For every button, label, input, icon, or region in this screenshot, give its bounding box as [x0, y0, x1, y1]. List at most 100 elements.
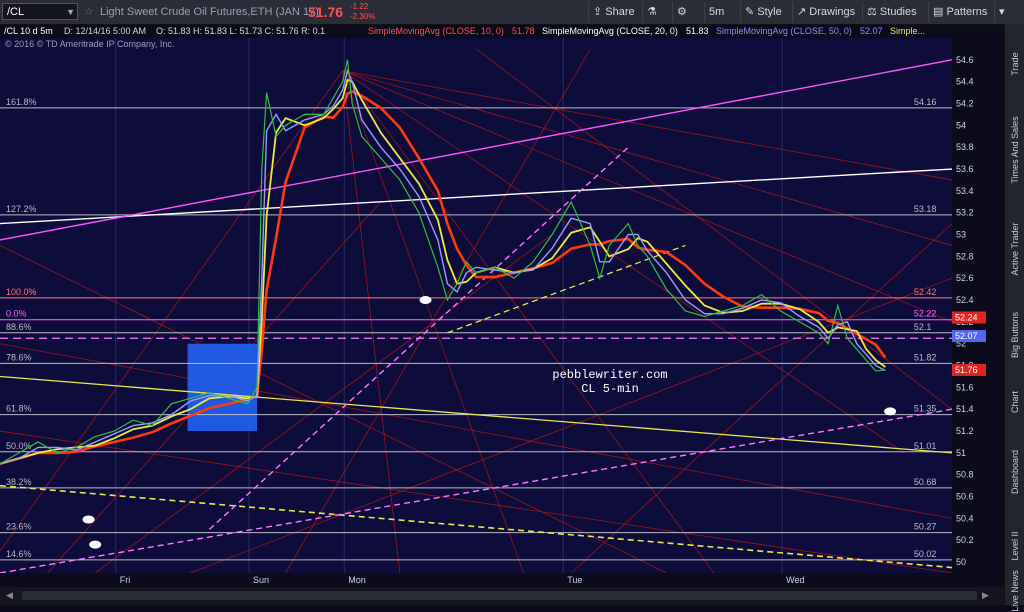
watermark: pebblewriter.com CL 5-min: [520, 368, 700, 396]
studies-button[interactable]: ⚖ Studies: [862, 2, 921, 22]
star-icon[interactable]: ☆: [84, 0, 94, 24]
fib-level-left-label: 88.6%: [6, 322, 32, 332]
sidebar-tab-label: Chart: [1010, 390, 1020, 414]
price-chart[interactable]: 161.8% 54.16 127.2% 53.18 100.0% 52.42 0.0% 52.…: [0, 38, 952, 573]
trend-line: [0, 343, 952, 519]
price-badge-label: 52.24: [955, 313, 978, 323]
sidebar-tab-times-and-sales[interactable]: Times And Sales: [1005, 100, 1024, 200]
right-sidebar: Trade Times And Sales Active Trader Big But…: [1004, 24, 1024, 612]
chart-scrollbar[interactable]: ◀ ▶: [0, 587, 1004, 605]
fib-level-right-label: 53.18: [914, 204, 937, 214]
fib-level-left-label: 0.0%: [6, 309, 27, 319]
trend-line: [342, 70, 952, 181]
last-price: 51.76: [308, 4, 344, 20]
scroll-left-icon[interactable]: ◀: [6, 590, 13, 601]
fib-level-right-label: 50.68: [914, 477, 937, 487]
fib-level-right-label: 52.22: [914, 309, 937, 319]
chart-title: /CL 10 d 5m: [4, 26, 53, 36]
price-tick-label: 52.6: [956, 273, 974, 283]
trend-line: [342, 70, 715, 573]
price-tick-label: 54.2: [956, 99, 974, 109]
time-axis[interactable]: Fri Sun Mon Tue Wed: [0, 573, 1004, 587]
channel-line: [0, 168, 952, 225]
price-tick-label: 53.4: [956, 186, 974, 196]
sma10-label[interactable]: SimpleMovingAvg (CLOSE, 10, 0): [368, 25, 504, 38]
price-badge-label: 51.76: [955, 365, 978, 375]
trend-line: [342, 70, 952, 323]
price-tick-label: 53.2: [956, 208, 974, 218]
fib-level-right-label: 50.27: [914, 522, 937, 532]
price-tick-label: 50.2: [956, 535, 974, 545]
fib-level-left-label: 161.8%: [6, 97, 37, 107]
sma-line: [0, 68, 886, 465]
price-tick-label: 50: [956, 557, 966, 567]
sidebar-tab-label: Trade: [1010, 52, 1020, 76]
scroll-right-icon[interactable]: ▶: [982, 590, 989, 601]
price-tick-label: 54.6: [956, 55, 974, 65]
price-tick-label: 54.4: [956, 77, 974, 87]
price-tick-label: 52.8: [956, 251, 974, 261]
sma50-label[interactable]: SimpleMovingAvg (CLOSE, 50, 0): [716, 25, 852, 38]
toolbar: /CL ▼ ☆ Light Sweet Crude Oil Futures,ETH…: [0, 0, 1024, 25]
chevron-down-icon: ▾: [999, 6, 1005, 18]
sidebar-tab-label: Times And Sales: [1010, 116, 1020, 184]
timeframe-label: 5m: [709, 6, 725, 18]
symbol-selector[interactable]: /CL ▼: [2, 3, 78, 20]
flask-icon: ⚗: [647, 6, 657, 18]
sidebar-tab-dashboard[interactable]: Dashboard: [1005, 430, 1024, 514]
fib-level-left-label: 14.6%: [6, 549, 32, 559]
trend-line: [475, 48, 952, 410]
patterns-button[interactable]: ▤ Patterns: [928, 2, 991, 22]
share-button[interactable]: ⇪ Share: [588, 2, 639, 22]
sidebar-tab-chart[interactable]: Chart: [1005, 376, 1024, 428]
sma-more-label[interactable]: Simple...: [890, 25, 925, 38]
patterns-label: Patterns: [946, 6, 988, 18]
price-tick-label: 51: [956, 448, 966, 458]
fib-level-left-label: 61.8%: [6, 404, 32, 414]
price-tick-label: 51.6: [956, 382, 974, 392]
style-button[interactable]: ✎ Style: [740, 2, 786, 22]
sidebar-tab-trade[interactable]: Trade: [1005, 32, 1024, 96]
price-badge-label: 52.07: [955, 331, 978, 341]
sidebar-tab-label: Live News: [1010, 570, 1020, 612]
gear-icon: ⚙: [677, 6, 687, 18]
trend-line: [570, 223, 952, 573]
sma10-value: 51.78: [512, 26, 535, 36]
price-axis-svg: 5050.250.450.650.85151.251.451.651.85252…: [952, 55, 986, 567]
sma50-value: 52.07: [860, 26, 883, 36]
drawings-icon: ↗: [797, 6, 810, 18]
sidebar-tab-active-trader[interactable]: Active Trader: [1005, 204, 1024, 294]
chevron-down-icon[interactable]: ▼: [66, 4, 75, 21]
trend-line: [0, 245, 667, 573]
fib-level-right-label: 51.82: [914, 352, 937, 362]
more-button[interactable]: ▾: [994, 2, 1009, 22]
ohlc: O: 51.83 H: 51.83 L: 51.73 C: 51.76 R: 0…: [156, 26, 326, 36]
sidebar-tab-big-buttons[interactable]: Big Buttons: [1005, 296, 1024, 374]
info-bar: /CL 10 d 5m D: 12/14/16 5:00 AM O: 51.83…: [0, 25, 1000, 38]
chart-svg: 161.8% 54.16 127.2% 53.18 100.0% 52.42 0.0% 52.…: [0, 38, 952, 573]
scroll-thumb[interactable]: [22, 591, 977, 600]
flask-button[interactable]: ⚗: [642, 2, 661, 22]
fib-level-left-label: 100.0%: [6, 287, 37, 297]
price-tick-label: 50.6: [956, 492, 974, 502]
annotation-oval: [82, 515, 95, 524]
channel-line: [0, 59, 952, 241]
style-label: Style: [757, 6, 782, 18]
sidebar-tab-label: Big Buttons: [1010, 311, 1020, 359]
price-axis[interactable]: 5050.250.450.650.85151.251.451.651.85252…: [952, 38, 1004, 573]
fib-level-left-label: 127.2%: [6, 204, 37, 214]
drawings-button[interactable]: ↗ Drawings: [792, 2, 859, 22]
trend-line: [94, 234, 553, 573]
sma20-label[interactable]: SimpleMovingAvg (CLOSE, 20, 0): [542, 25, 678, 38]
patterns-icon: ▤: [933, 6, 947, 18]
timeframe-button[interactable]: 5m: [704, 2, 728, 22]
fib-level-right-label: 51.35: [914, 404, 937, 414]
fib-level-right-label: 54.16: [914, 97, 937, 107]
day-label: Sun: [253, 575, 269, 585]
price-tick-label: 54: [956, 120, 966, 130]
sidebar-tab-level-ii[interactable]: Level II: [1005, 516, 1024, 576]
highlight-box: [187, 343, 258, 432]
settings-button[interactable]: ⚙: [672, 2, 691, 22]
fib-level-right-label: 51.01: [914, 441, 937, 451]
sidebar-tab-live-news[interactable]: Live News: [1005, 570, 1024, 612]
